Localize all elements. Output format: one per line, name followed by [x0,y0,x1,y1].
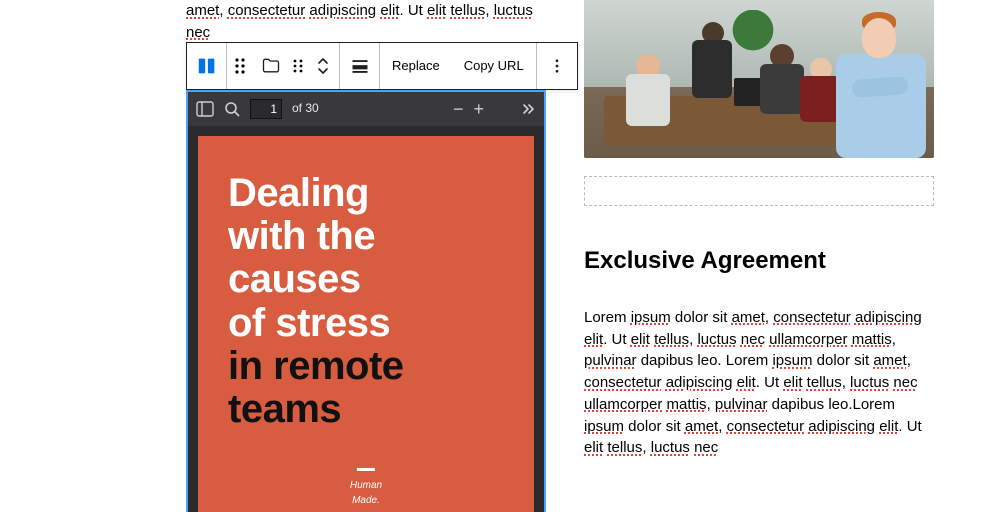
pdf-zoom-in-icon[interactable]: + [473,100,484,118]
pdf-brand-mark: Human Made. [350,468,382,508]
drag-handle-icon[interactable] [227,43,253,89]
pdf-page-input[interactable] [250,99,282,119]
pdf-tools-expand-icon[interactable] [518,102,536,116]
intro-paragraph[interactable]: amet, consectetur adipiscing elit. Ut el… [186,0,546,44]
toolbar-nav-group [253,43,340,89]
align-icon[interactable] [340,43,380,89]
block-type-button[interactable] [187,43,227,89]
copy-url-button[interactable]: Copy URL [452,43,537,89]
pdf-embed-block[interactable]: of 30 − + Dealing with the causes of str… [186,90,546,512]
pdf-cover-page: Dealing with the causes of stress in rem… [198,136,534,512]
pdf-viewer-toolbar: of 30 − + [188,92,544,126]
pdf-search-icon[interactable] [224,101,240,117]
pdf-sidebar-toggle-icon[interactable] [196,101,214,117]
empty-block-placeholder[interactable] [584,176,934,206]
more-options-button[interactable] [537,43,577,89]
pdf-zoom-out-icon[interactable]: − [453,100,464,118]
move-handles-icon[interactable] [291,56,305,76]
pdf-page-canvas: Dealing with the causes of stress in rem… [188,126,544,512]
pdf-page-total: of 30 [292,100,319,117]
pdf-cover-title: Dealing with the causes of stress in rem… [228,172,504,431]
folder-icon[interactable] [261,56,281,76]
section-heading[interactable]: Exclusive Agreement [584,244,934,279]
section-body[interactable]: Lorem ipsum dolor sit amet, consectetur … [584,307,934,459]
block-toolbar: Replace Copy URL [186,42,578,90]
team-photo-image[interactable] [584,0,934,158]
replace-button[interactable]: Replace [380,43,452,89]
sort-arrows-icon[interactable] [315,55,331,77]
